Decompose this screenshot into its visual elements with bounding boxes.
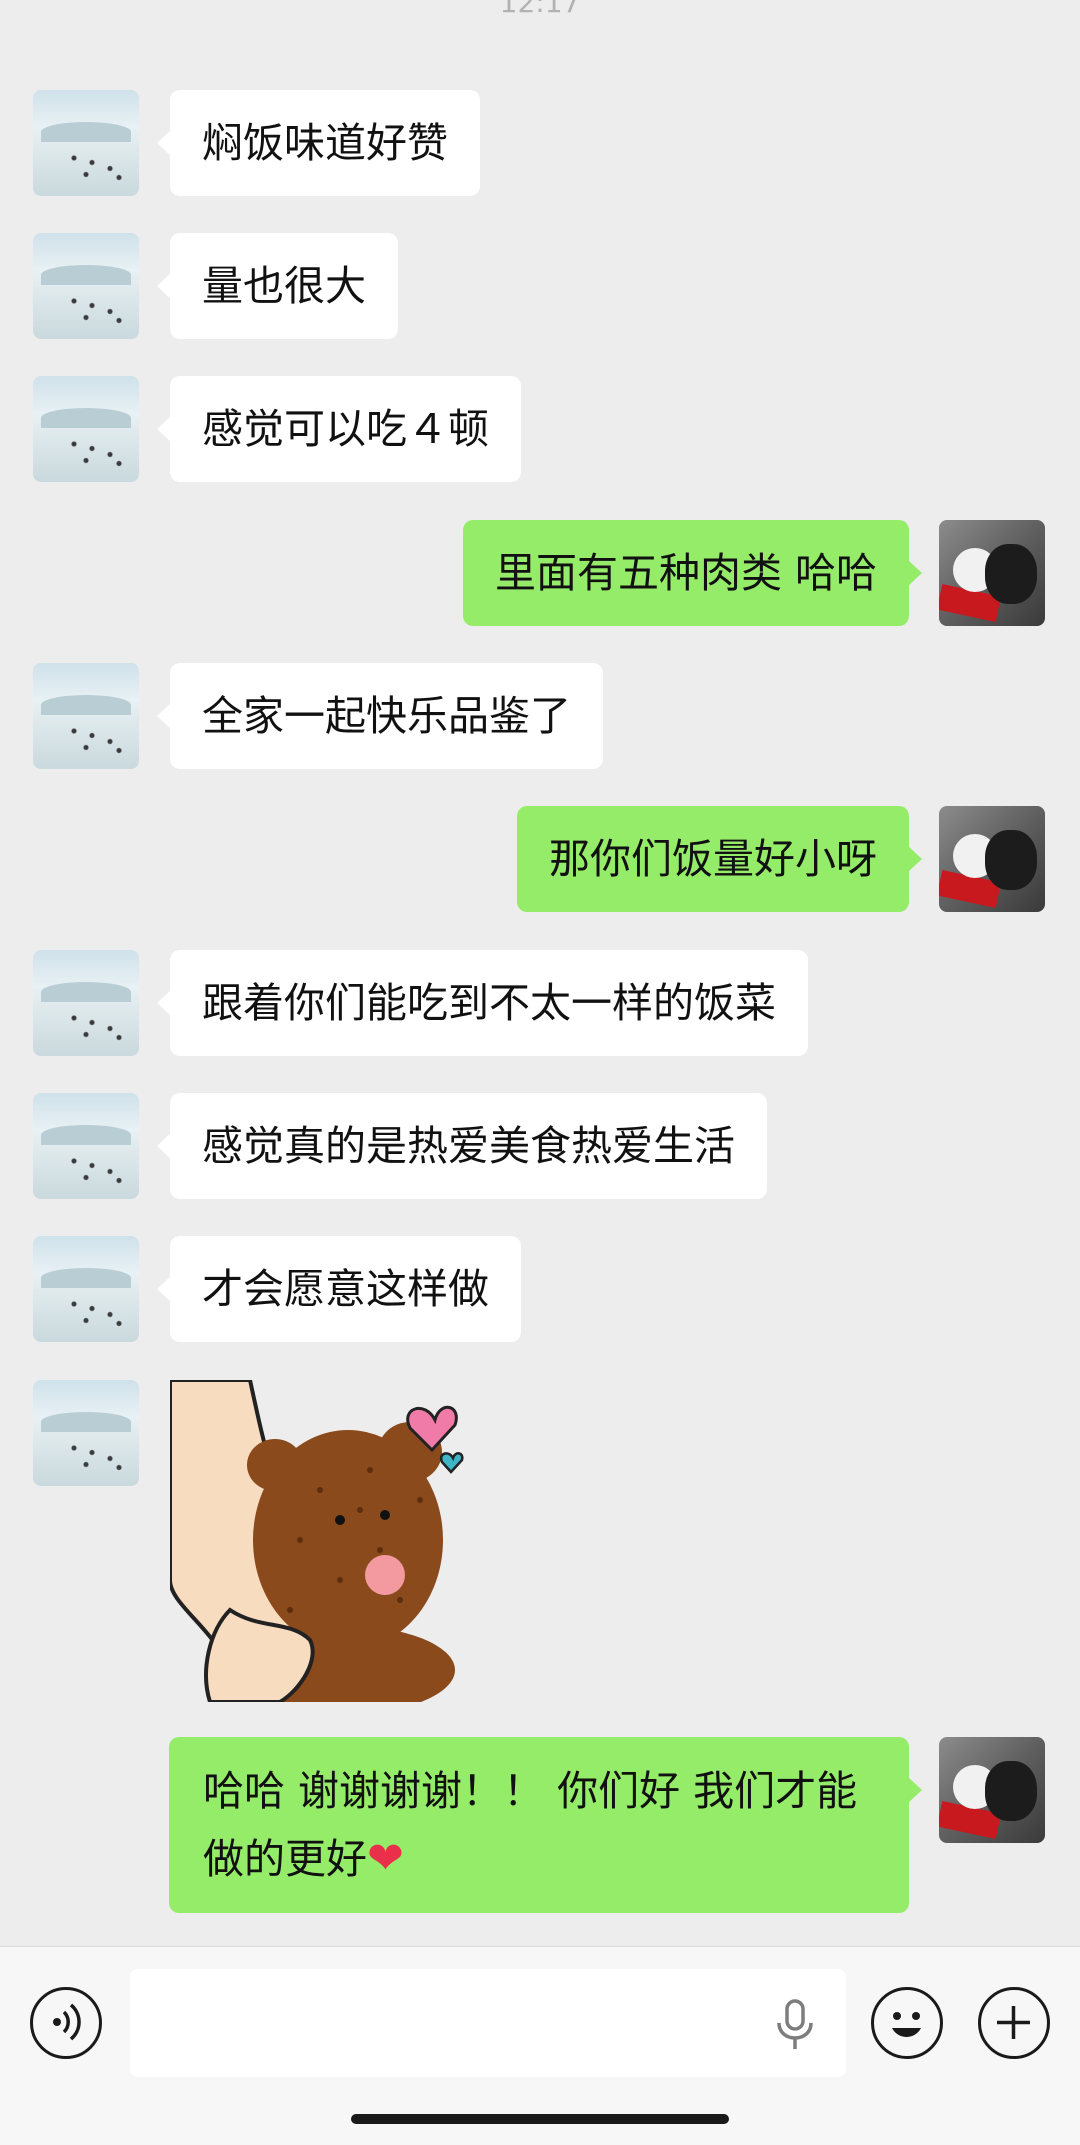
contact-avatar[interactable]	[33, 1236, 139, 1342]
contact-avatar[interactable]	[33, 1380, 139, 1486]
contact-avatar[interactable]	[33, 1093, 139, 1199]
message-bubble[interactable]: 焖饭味道好赞	[157, 90, 480, 196]
contact-avatar[interactable]	[33, 233, 139, 339]
smiley-icon	[892, 2012, 921, 2037]
message-text: 里面有五种肉类 哈哈	[494, 549, 877, 597]
chat-input-bar	[0, 1946, 1080, 2145]
message-bubble[interactable]: 那你们饭量好小呀	[517, 806, 922, 912]
message-bubble[interactable]: 感觉可以吃４顿	[157, 376, 521, 482]
message-text: 才会愿意这样做	[202, 1265, 489, 1313]
message-bubble[interactable]: 跟着你们能吃到不太一样的饭菜	[157, 950, 808, 1056]
message-text: 感觉可以吃４顿	[202, 405, 489, 453]
heart-emoji-icon: ❤	[367, 1833, 404, 1884]
message-text: 全家一起快乐品鉴了	[202, 692, 571, 740]
emoji-icon[interactable]	[871, 1987, 943, 2059]
user-avatar[interactable]	[939, 1737, 1045, 1843]
message-text: 量也很大	[202, 262, 366, 310]
message-bubble[interactable]: 才会愿意这样做	[157, 1236, 521, 1342]
user-avatar[interactable]	[939, 806, 1045, 912]
message-text: 感觉真的是热爱美食热爱生活	[202, 1122, 735, 1170]
message-text: 焖饭味道好赞	[202, 119, 448, 167]
user-avatar[interactable]	[939, 520, 1045, 626]
plus-icon	[997, 2006, 1030, 2039]
message-bubble[interactable]: 里面有五种肉类 哈哈	[462, 520, 923, 626]
message-text: 哈哈 谢谢谢谢！！ 你们好 我们才能做的更好	[203, 1767, 858, 1883]
message-bubble[interactable]: 哈哈 谢谢谢谢！！ 你们好 我们才能做的更好❤	[169, 1737, 922, 1913]
teddy-bear-sticker-icon	[170, 1380, 464, 1702]
message-bubble[interactable]: 感觉真的是热爱美食热爱生活	[157, 1093, 767, 1199]
home-indicator[interactable]	[351, 2114, 729, 2124]
message-input[interactable]	[130, 1969, 846, 2077]
message-bubble[interactable]: 量也很大	[157, 233, 398, 339]
message-text: 跟着你们能吃到不太一样的饭菜	[202, 979, 776, 1027]
contact-avatar[interactable]	[33, 950, 139, 1056]
voice-waves-icon	[53, 2003, 81, 2041]
add-more-button[interactable]	[978, 1987, 1050, 2059]
contact-avatar[interactable]	[33, 90, 139, 196]
contact-avatar[interactable]	[33, 376, 139, 482]
sticker-image[interactable]	[170, 1380, 470, 1702]
message-bubble[interactable]: 全家一起快乐品鉴了	[157, 663, 603, 769]
timestamp: 12:17	[499, 0, 581, 19]
contact-avatar[interactable]	[33, 663, 139, 769]
microphone-icon[interactable]	[772, 1997, 818, 2053]
voice-icon[interactable]	[30, 1987, 102, 2059]
message-text: 那你们饭量好小呀	[549, 835, 877, 883]
